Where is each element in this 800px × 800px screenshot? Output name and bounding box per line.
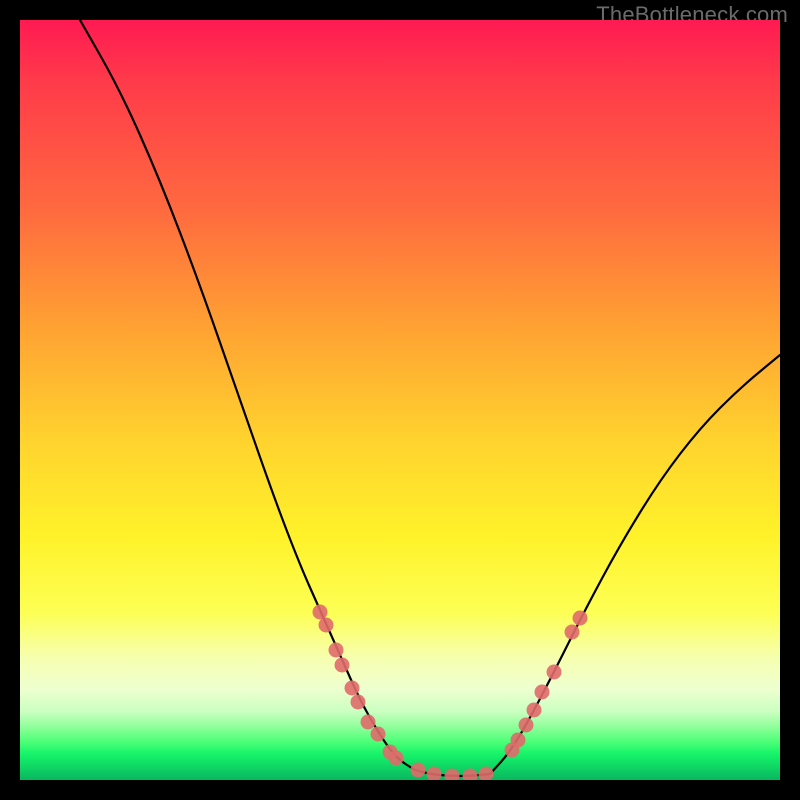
data-marker	[345, 681, 360, 696]
plot-area	[20, 20, 780, 780]
data-marker	[411, 763, 426, 778]
data-marker	[329, 643, 344, 658]
data-marker	[335, 658, 350, 673]
data-marker	[573, 611, 588, 626]
data-marker	[427, 767, 442, 781]
data-marker	[479, 767, 494, 781]
bottleneck-curve	[80, 20, 780, 776]
data-marker	[351, 695, 366, 710]
data-marker	[511, 733, 526, 748]
data-marker	[389, 751, 404, 766]
data-marker	[547, 665, 562, 680]
data-marker	[463, 769, 478, 781]
chart-svg	[20, 20, 780, 780]
curve-group	[80, 20, 780, 776]
outer-frame: TheBottleneck.com	[0, 0, 800, 800]
data-marker	[371, 727, 386, 742]
data-marker	[319, 618, 334, 633]
markers-group	[313, 605, 588, 781]
data-marker	[565, 625, 580, 640]
data-marker	[313, 605, 328, 620]
data-marker	[361, 715, 376, 730]
data-marker	[527, 703, 542, 718]
data-marker	[519, 718, 534, 733]
data-marker	[445, 769, 460, 781]
data-marker	[535, 685, 550, 700]
